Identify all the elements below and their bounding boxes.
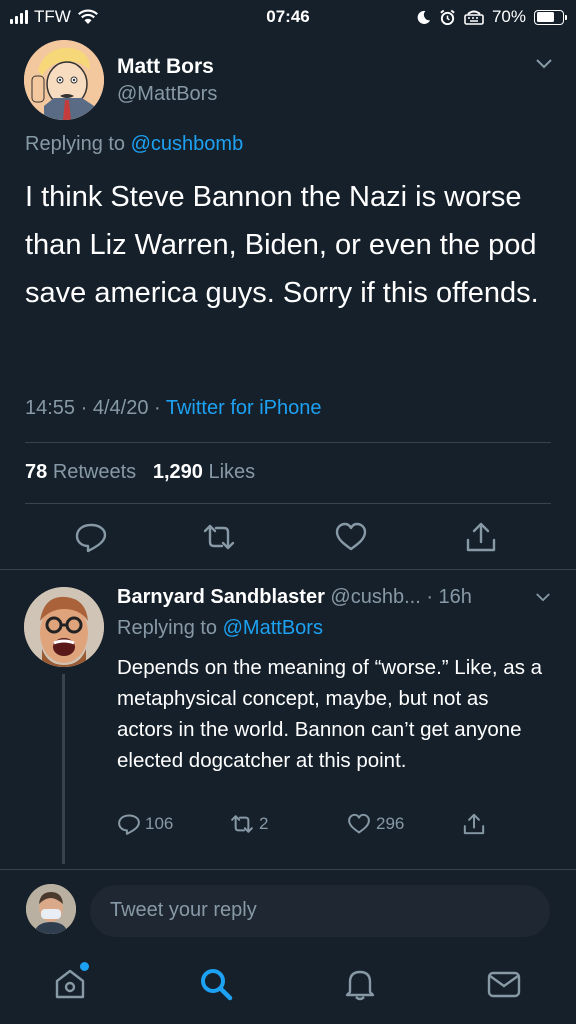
battery-percent: 70% <box>491 7 526 26</box>
reply-chevron-down-icon[interactable] <box>535 592 551 603</box>
author-avatar[interactable] <box>24 40 104 120</box>
retweet-icon <box>231 815 253 833</box>
reply-header: Barnyard Sandblaster @cushb... · 16h <box>117 586 472 608</box>
reply-icon[interactable] <box>74 520 108 554</box>
reply-replying-to-link[interactable]: @MattBors <box>223 617 323 639</box>
replying-prefix: Replying to <box>25 133 126 155</box>
reply-like-count: 296 <box>376 814 405 833</box>
like-icon[interactable] <box>334 520 368 554</box>
alarm-icon <box>440 9 455 25</box>
divider <box>25 442 551 443</box>
moon-icon <box>417 10 431 24</box>
reply-replying-prefix: Replying to <box>117 617 218 639</box>
share-icon <box>463 813 485 835</box>
retweets-stat[interactable]: 78 Retweets <box>25 461 136 483</box>
status-right: 70% <box>416 7 567 27</box>
compose-placeholder: Tweet your reply <box>110 899 257 921</box>
divider <box>25 503 551 504</box>
reply-like-button[interactable]: 296 <box>346 812 404 836</box>
reply-author-avatar[interactable] <box>24 587 104 667</box>
section-divider <box>0 869 576 870</box>
current-user-photo <box>26 884 76 934</box>
reply-author-photo <box>24 587 104 667</box>
home-notification-dot <box>80 962 89 971</box>
reply-share-button[interactable] <box>462 812 486 836</box>
tty-icon <box>464 10 484 25</box>
author-handle[interactable]: @MattBors <box>117 83 217 106</box>
author-avatar-illustration <box>24 40 104 120</box>
tweet-stats: 78 Retweets 1,290 Likes <box>25 461 255 484</box>
chevron-down-icon[interactable] <box>535 58 553 70</box>
messages-icon[interactable] <box>486 966 522 1002</box>
tweet-meta: 14:55 · 4/4/20 · Twitter for iPhone <box>25 397 322 419</box>
reply-author-name[interactable]: Barnyard Sandblaster <box>117 586 325 608</box>
status-bar: TFW 07:46 70% <box>0 0 576 34</box>
reply-author-handle[interactable]: @cushb... <box>330 586 420 608</box>
reply-retweet-count: 2 <box>259 814 269 833</box>
thread-line <box>62 674 65 864</box>
section-divider <box>0 569 576 570</box>
battery-icon <box>534 9 567 25</box>
like-icon <box>348 813 370 834</box>
search-icon[interactable] <box>198 966 234 1002</box>
reply-icon <box>118 814 140 835</box>
current-user-avatar[interactable] <box>26 884 76 934</box>
reply-replying-to-line: Replying to @MattBors <box>117 617 323 640</box>
reply-reply-button[interactable]: 106 <box>117 812 173 836</box>
replying-to-line: Replying to @cushbomb <box>25 133 243 156</box>
replying-to-link[interactable]: @cushbomb <box>131 133 244 155</box>
reply-text: Depends on the meaning of “worse.” Like,… <box>117 656 543 772</box>
tweet-time: 14:55 <box>25 397 76 419</box>
share-icon[interactable] <box>464 520 498 554</box>
reply-retweet-button[interactable]: 2 <box>229 812 268 836</box>
reply-reply-count: 106 <box>145 814 174 833</box>
home-icon[interactable] <box>52 966 88 1002</box>
likes-stat[interactable]: 1,290 Likes <box>153 461 255 483</box>
tweet-source-link[interactable]: Twitter for iPhone <box>166 397 322 419</box>
tweet-text: I think Steve Bannon the Nazi is worse t… <box>25 181 539 309</box>
author-name[interactable]: Matt Bors <box>117 55 214 79</box>
reply-compose-input[interactable]: Tweet your reply <box>90 885 550 937</box>
retweet-icon[interactable] <box>202 520 236 554</box>
reply-age: 16h <box>438 586 472 608</box>
notifications-icon[interactable] <box>342 966 378 1002</box>
tweet-date: 4/4/20 <box>92 397 149 419</box>
